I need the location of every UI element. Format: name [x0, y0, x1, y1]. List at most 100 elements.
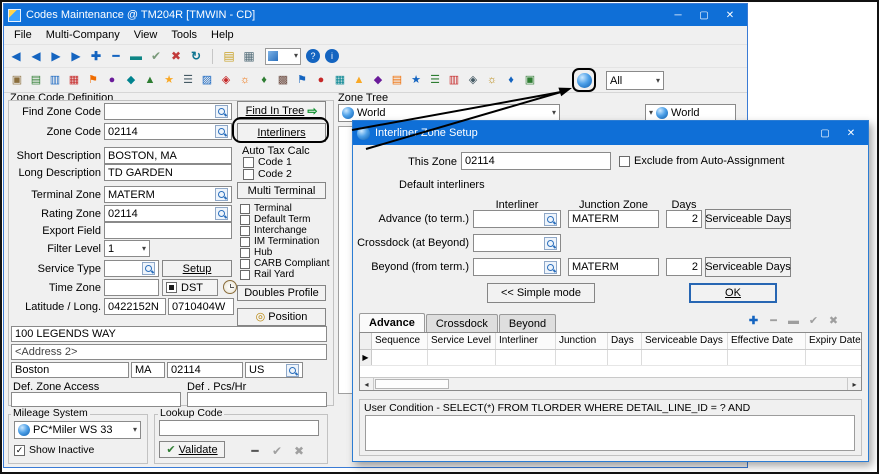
- beyond-serviceable-days-button[interactable]: Serviceable Days: [705, 257, 791, 277]
- grid-delete-icon[interactable]: ━: [766, 314, 781, 329]
- user-condition-textarea[interactable]: [365, 415, 855, 451]
- address2-input[interactable]: <Address 2>: [11, 344, 327, 360]
- dst-checkbox[interactable]: [166, 282, 177, 293]
- grid-cell[interactable]: [642, 350, 728, 365]
- this-zone-input[interactable]: 02114: [461, 152, 611, 170]
- feature-icon-28[interactable]: ▣: [522, 72, 538, 88]
- grid-post-icon[interactable]: ✔: [806, 314, 821, 329]
- zip-input[interactable]: 02114: [167, 362, 243, 378]
- code1-checkbox-row[interactable]: Code 1: [243, 156, 292, 168]
- long-description-input[interactable]: TD GARDEN: [104, 164, 232, 181]
- grid-cell[interactable]: [728, 350, 806, 365]
- exclude-auto-assignment-checkbox[interactable]: [619, 156, 630, 167]
- zone-flag-row[interactable]: Terminal: [240, 203, 330, 214]
- grid-cell[interactable]: [372, 350, 428, 365]
- show-inactive-checkbox[interactable]: [14, 445, 25, 456]
- help-icon[interactable]: ?: [306, 49, 320, 63]
- advance-serviceable-days-button[interactable]: Serviceable Days: [705, 209, 791, 229]
- lookup-accept-icon[interactable]: ✔: [269, 443, 285, 459]
- crossdock-interliner-input[interactable]: [473, 234, 561, 252]
- terminal-zone-input[interactable]: MATERM: [104, 186, 232, 203]
- feature-icon-11[interactable]: ▨: [199, 72, 215, 88]
- code2-checkbox-row[interactable]: Code 2: [243, 168, 292, 180]
- prev-record-icon[interactable]: ◀: [28, 48, 44, 64]
- interliners-button[interactable]: Interliners: [237, 123, 326, 142]
- toolbar-separator[interactable]: [208, 49, 213, 64]
- lookup-delete-icon[interactable]: ━: [247, 443, 263, 459]
- scroll-right-button[interactable]: ▸: [847, 378, 861, 390]
- feature-icon-04[interactable]: ▦: [66, 72, 82, 88]
- feature-icon-05[interactable]: ⚑: [85, 72, 101, 88]
- edit-record-icon[interactable]: ▬: [128, 48, 144, 64]
- latitude-input[interactable]: 0422152N: [104, 298, 166, 315]
- beyond-days-input[interactable]: 2: [666, 258, 702, 276]
- grid-column-header[interactable]: Interliner: [496, 333, 556, 349]
- position-button[interactable]: ◎ Position: [237, 308, 326, 326]
- dialog-titlebar[interactable]: Interliner Zone Setup ▢ ✕: [353, 121, 868, 145]
- first-record-icon[interactable]: ◀: [8, 48, 24, 64]
- zone-flag-checkbox[interactable]: [240, 226, 250, 236]
- mileage-system-combo[interactable]: PC*Miler WS 33 ▾: [14, 421, 141, 439]
- feature-icon-27[interactable]: ♦: [503, 72, 519, 88]
- about-icon[interactable]: i: [325, 49, 339, 63]
- feature-icon-22[interactable]: ★: [408, 72, 424, 88]
- zone-flag-row[interactable]: Default Term: [240, 214, 330, 225]
- grid-add-icon[interactable]: ✚: [746, 314, 761, 329]
- grid-column-header[interactable]: Days: [608, 333, 642, 349]
- menu-item[interactable]: View: [127, 27, 165, 43]
- grid-cell[interactable]: [608, 350, 642, 365]
- maximize-button[interactable]: ▢: [691, 6, 717, 24]
- city-input[interactable]: Boston: [11, 362, 129, 378]
- grid-cancel-icon[interactable]: ✖: [826, 314, 841, 329]
- validate-button[interactable]: ✔ Validate: [159, 441, 225, 458]
- notes-icon[interactable]: ▤: [221, 48, 237, 64]
- grid-horizontal-scrollbar[interactable]: ◂ ▸: [360, 377, 861, 390]
- service-type-input[interactable]: [104, 260, 159, 277]
- lookup-icon[interactable]: [215, 105, 228, 118]
- grid-column-header[interactable]: Sequence: [372, 333, 428, 349]
- feature-icon-07[interactable]: ◆: [123, 72, 139, 88]
- feature-icon-14[interactable]: ♦: [256, 72, 272, 88]
- feature-icon-24[interactable]: ▥: [446, 72, 462, 88]
- interliner-toolbar-icon[interactable]: [577, 73, 592, 88]
- menu-item[interactable]: File: [7, 27, 39, 43]
- zone-flag-row[interactable]: Rail Yard: [240, 269, 330, 280]
- print-layout-combo[interactable]: ▾: [265, 48, 301, 65]
- close-button[interactable]: ✕: [717, 6, 743, 24]
- feature-icon-21[interactable]: ▤: [389, 72, 405, 88]
- lookup-icon[interactable]: [215, 188, 228, 201]
- menu-item[interactable]: Help: [204, 27, 241, 43]
- zone-flag-row[interactable]: Interchange: [240, 225, 330, 236]
- scroll-left-button[interactable]: ◂: [360, 378, 374, 390]
- longitude-input[interactable]: 0710404W: [168, 298, 234, 315]
- clock-icon[interactable]: [223, 280, 237, 294]
- zone-flag-checkbox[interactable]: [240, 237, 250, 247]
- post-record-icon[interactable]: ✔: [148, 48, 164, 64]
- rating-zone-input[interactable]: 02114: [104, 205, 232, 222]
- dialog-close-button[interactable]: ✕: [838, 124, 864, 142]
- print-icon[interactable]: ▦: [241, 48, 257, 64]
- menu-item[interactable]: Multi-Company: [39, 27, 127, 43]
- grid-column-header[interactable]: Expiry Date: [806, 333, 862, 349]
- delete-record-icon[interactable]: ━: [108, 48, 124, 64]
- time-zone-input[interactable]: [104, 279, 159, 296]
- advance-days-input[interactable]: 2: [666, 210, 702, 228]
- beyond-interliner-input[interactable]: [473, 258, 561, 276]
- code2-checkbox[interactable]: [243, 169, 254, 180]
- main-titlebar[interactable]: Codes Maintenance @ TM204R [TMWIN - CD] …: [4, 4, 747, 26]
- grid-column-header[interactable]: Serviceable Days: [642, 333, 728, 349]
- feature-icon-06[interactable]: ●: [104, 72, 120, 88]
- lookup-code-input[interactable]: [159, 420, 319, 436]
- filter-combo[interactable]: All ▾: [606, 71, 664, 90]
- show-inactive-row[interactable]: Show Inactive: [14, 444, 94, 456]
- short-description-input[interactable]: BOSTON, MA: [104, 147, 232, 164]
- zone-flag-checkbox[interactable]: [240, 259, 250, 269]
- feature-icon-15[interactable]: ▩: [275, 72, 291, 88]
- zone-flag-checkbox[interactable]: [240, 248, 250, 258]
- lookup-icon[interactable]: [286, 364, 299, 377]
- feature-icon-08[interactable]: ▲: [142, 72, 158, 88]
- feature-icon-17[interactable]: ●: [313, 72, 329, 88]
- lookup-icon[interactable]: [215, 125, 228, 138]
- feature-icon-13[interactable]: ☼: [237, 72, 253, 88]
- doubles-profile-button[interactable]: Doubles Profile: [237, 285, 326, 301]
